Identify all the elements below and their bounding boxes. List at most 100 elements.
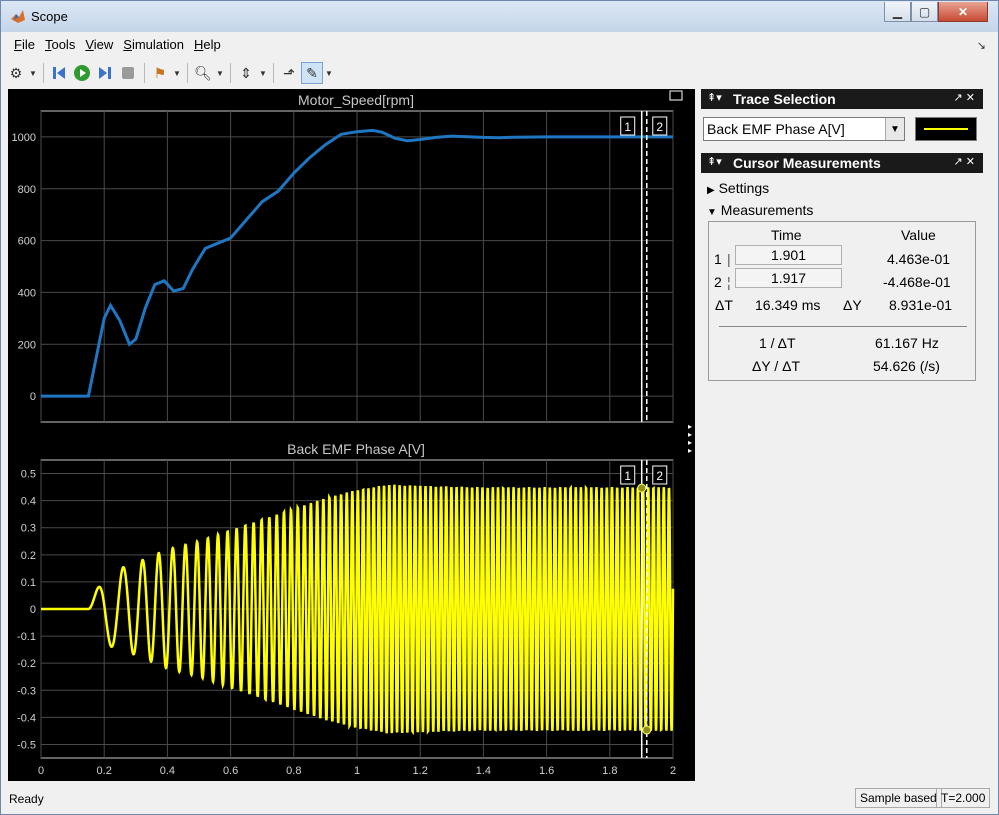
cursor2-value: -4.468e-01 — [883, 274, 951, 290]
expand-panel-icon[interactable]: ▸ — [688, 446, 692, 455]
inv-delta-t-value: 61.167 Hz — [875, 335, 939, 351]
stop-button[interactable] — [117, 62, 139, 84]
dy-dt-value: 54.626 (/s) — [873, 358, 940, 374]
minimize-button[interactable]: ▁ — [884, 2, 911, 22]
step-back-icon — [53, 67, 65, 79]
cursor-measurements-button[interactable]: ✎ — [301, 62, 323, 84]
sample-mode: Sample based — [855, 788, 942, 808]
bottom-ytick-label: -0.2 — [17, 658, 36, 670]
toolbar-separator — [144, 63, 145, 83]
dropdown-icon: ▼ — [29, 68, 37, 78]
highlight-button[interactable]: ⚑ — [149, 62, 171, 84]
step-back-button[interactable] — [48, 62, 70, 84]
minimize-icon: ▁ — [892, 4, 903, 19]
cursor-measurements-dropdown[interactable]: ▼ — [324, 62, 334, 84]
bottom-ytick-label: -0.5 — [17, 739, 36, 751]
delta-y-value: 8.931e-01 — [889, 297, 953, 313]
scale-axes-dropdown[interactable]: ▼ — [258, 62, 268, 84]
close-icon: ✕ — [957, 4, 969, 19]
settings-label: Settings — [718, 180, 770, 196]
settings-toggle[interactable]: ▶ Settings — [707, 180, 769, 196]
bottom-xtick-label: 0.6 — [223, 765, 238, 777]
bottom-ytick-label: -0.4 — [17, 712, 36, 724]
dropdown-icon: ▼ — [259, 68, 267, 78]
toolbar: ⚙ ▼ ⚑ ▼ 🔍︎ ▼ ⇕ ▼ ⬏ ✎ ▼ — [5, 59, 994, 87]
menu-simulation[interactable]: Simulation — [118, 35, 189, 55]
sim-time: T=2.000 — [936, 788, 991, 808]
bottom-ytick-label: -0.1 — [17, 631, 36, 643]
menu-help[interactable]: Help — [189, 35, 226, 55]
panel-controls-icon[interactable]: ↗ ✕ — [954, 155, 976, 168]
triggers-button[interactable]: ⬏ — [278, 62, 300, 84]
pin-icon[interactable]: ⇞▾ — [707, 155, 722, 168]
top-ytick-label: 0 — [30, 391, 36, 403]
maximize-button[interactable]: ▢ — [911, 2, 938, 22]
cursor1-label: 1 — [714, 251, 722, 267]
scope-window: Scope ▁ ▢ ✕ File Tools View Simulation H… — [0, 0, 999, 815]
trace-selection-header: ⇞▾ Trace Selection ↗ ✕ — [701, 89, 983, 109]
panel-controls-icon[interactable]: ↗ ✕ — [954, 91, 976, 104]
top-ytick-label: 400 — [18, 287, 36, 299]
plots-canvas[interactable]: Motor_Speed[rpm] Back EMF Phase A[V] 0 2 0… — [8, 89, 695, 781]
undock-plot-icon[interactable] — [669, 90, 683, 101]
run-button[interactable] — [71, 62, 93, 84]
trace-color-swatch[interactable] — [915, 117, 977, 141]
cursor1-flag-label: 1 — [624, 469, 631, 483]
undock-icon[interactable]: ↘ — [977, 39, 986, 52]
zoom-dropdown[interactable]: ▼ — [215, 62, 225, 84]
toolbar-separator — [273, 63, 274, 83]
bottom-ytick-label: 0.2 — [21, 550, 36, 562]
dropdown-icon: ▼ — [216, 68, 224, 78]
bottom-xtick-label: 0.4 — [160, 765, 175, 777]
bottom-xtick-label: 0 — [38, 765, 44, 777]
triggers-icon: ⬏ — [283, 64, 295, 81]
zoom-icon: 🔍︎ — [194, 64, 212, 81]
bottom-plot-title: Back EMF Phase A[V] — [287, 441, 425, 457]
pin-icon[interactable]: ⇞▾ — [707, 91, 722, 104]
bottom-xtick-label: 0.2 — [97, 765, 112, 777]
highlight-icon: ⚑ — [153, 64, 167, 81]
scale-axes-button[interactable]: ⇕ — [235, 62, 257, 84]
top-tick-labels: 0 200 400 600 800 1000 — [12, 132, 36, 403]
cursor1-value: 4.463e-01 — [887, 251, 951, 267]
cursor-measurements-icon: ✎ — [306, 64, 318, 81]
menu-file[interactable]: File — [9, 35, 40, 55]
top-plot-title: Motor_Speed[rpm] — [298, 92, 414, 108]
menu-bar: File Tools View Simulation Help — [9, 35, 226, 55]
zoom-button[interactable]: 🔍︎ — [192, 62, 214, 84]
col-time-header: Time — [771, 227, 802, 243]
chevron-down-icon[interactable]: ▼ — [885, 118, 904, 140]
cursor1-marker — [637, 483, 647, 493]
trace-selection-title: Trace Selection — [733, 91, 836, 107]
bottom-xtick-label: 1.8 — [602, 765, 617, 777]
settings-button[interactable]: ⚙ — [5, 62, 27, 84]
menu-tools[interactable]: Tools — [40, 35, 80, 55]
bottom-ytick-label: 0 — [30, 604, 36, 616]
step-forward-button[interactable] — [94, 62, 116, 84]
bottom-ytick-label: 0.1 — [21, 577, 36, 589]
col-value-header: Value — [901, 227, 936, 243]
scale-axes-icon: ⇕ — [240, 64, 252, 81]
settings-dropdown[interactable]: ▼ — [28, 62, 38, 84]
highlight-dropdown[interactable]: ▼ — [172, 62, 182, 84]
measurements-toggle[interactable]: ▼ Measurements — [707, 202, 813, 218]
stop-icon — [122, 67, 134, 79]
trace-line-sample — [924, 128, 968, 130]
dropdown-icon: ▼ — [173, 68, 181, 78]
delta-y-label: ΔY — [843, 297, 862, 313]
cursor2-label: 2 — [714, 274, 722, 290]
status-bar: Ready Sample based T=2.000 — [1, 784, 998, 814]
close-button[interactable]: ✕ — [938, 2, 988, 22]
run-icon — [74, 65, 90, 81]
dropdown-icon: ▼ — [325, 68, 333, 78]
bottom-ytick-label: 0.3 — [21, 523, 36, 535]
trace-select[interactable]: Back EMF Phase A[V] ▼ — [703, 117, 905, 141]
menu-view[interactable]: View — [80, 35, 118, 55]
top-ytick-label: 600 — [18, 236, 36, 248]
cursor1-line-icon: | — [727, 251, 731, 267]
cursor2-flag-label: 2 — [656, 469, 663, 483]
chevron-right-icon: ▶ — [707, 185, 715, 196]
bottom-xtick-label: 1.4 — [476, 765, 491, 777]
cursor2-time-input[interactable]: 1.917 — [735, 268, 842, 288]
cursor1-time-input[interactable]: 1.901 — [735, 245, 842, 265]
